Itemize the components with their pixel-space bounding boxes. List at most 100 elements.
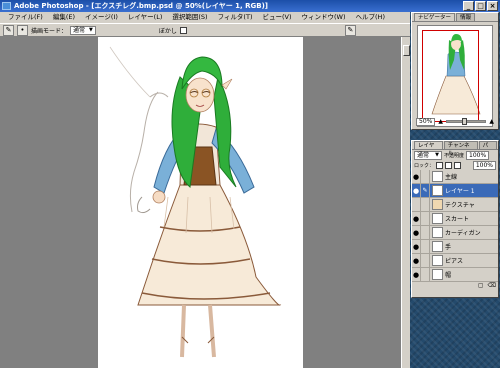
link-slot[interactable] — [421, 267, 430, 282]
visibility-eye-icon[interactable]: ● — [412, 183, 421, 198]
opacity-value: 100% — [469, 151, 487, 159]
zoom-out-icon[interactable]: ▲ — [438, 118, 443, 125]
layers-panel: レイヤー チャンネル パス 通常 ▼ 不透明度 100% ロック： 100% ● … — [411, 140, 499, 298]
menu-filter[interactable]: フィルタ(T) — [213, 12, 258, 23]
palette-area: ナビゲーター 情報 50% ▲ ▲ レイヤー チャンネル パス — [410, 12, 500, 368]
visibility-eye-icon[interactable]: ● — [412, 267, 421, 282]
extra-label: ぼかし — [158, 27, 177, 35]
photoshop-app-icon — [2, 2, 11, 10]
blend-mode-value: 通常 — [417, 151, 430, 159]
link-slot[interactable] — [421, 197, 430, 212]
illustration — [109, 46, 282, 358]
layer-row[interactable]: ● スカート — [412, 211, 498, 226]
layer-row[interactable]: ● カーディガン — [412, 225, 498, 240]
brush-preset-picker[interactable]: • — [17, 24, 28, 36]
airbrush-icon[interactable]: ✎ — [344, 24, 356, 36]
lock-image-checkbox[interactable] — [445, 161, 453, 169]
layer-name: 手 — [445, 244, 452, 251]
navigator-panel: ナビゲーター 情報 50% ▲ ▲ — [411, 12, 499, 130]
layer-thumbnail — [432, 171, 443, 182]
menu-edit[interactable]: 編集(E) — [48, 12, 80, 23]
close-button[interactable]: × — [487, 1, 498, 11]
mode-label: 描画モード： — [31, 27, 68, 35]
lock-transparency-checkbox[interactable] — [436, 161, 444, 169]
document-canvas[interactable] — [98, 37, 303, 368]
link-slot[interactable] — [421, 169, 430, 184]
blend-controls: 通常 ▼ 不透明度 100% — [412, 150, 498, 160]
scrollbar-thumb[interactable] — [403, 45, 410, 56]
navigator-thumbnail[interactable] — [417, 25, 493, 127]
workspace-right — [303, 37, 401, 368]
minimize-button[interactable]: _ — [463, 1, 474, 11]
visibility-eye-icon[interactable]: ● — [412, 253, 421, 268]
trash-icon[interactable]: ⌫ — [488, 282, 496, 289]
layer-row[interactable]: ● ピアス — [412, 253, 498, 268]
link-slot[interactable] — [421, 225, 430, 240]
layer-name: ピアス — [445, 258, 464, 265]
layer-name: 主線 — [445, 174, 458, 181]
zoom-value[interactable]: 50% — [416, 117, 436, 126]
menu-window[interactable]: ウィンドウ(W) — [297, 12, 351, 23]
layer-thumbnail — [432, 255, 443, 266]
menu-file[interactable]: ファイル(F) — [3, 12, 48, 23]
visibility-eye-icon[interactable] — [412, 197, 421, 212]
tab-paths[interactable]: パス — [478, 141, 497, 157]
layer-name: スカート — [445, 216, 470, 223]
layer-thumbnail — [432, 269, 443, 280]
lock-position-checkbox[interactable] — [454, 161, 462, 169]
layer-name: カーディガン — [445, 230, 481, 237]
chevron-down-icon: ▼ — [89, 26, 93, 33]
layer-name: 帽 — [445, 272, 452, 279]
tab-info[interactable]: 情報 — [456, 13, 476, 21]
layer-row-selected[interactable]: ● ✎ レイヤー 1 — [412, 183, 498, 198]
mode-select[interactable]: 通常 ▼ — [70, 25, 96, 35]
fill-value: 100% — [475, 161, 493, 169]
link-slot[interactable] — [421, 239, 430, 254]
visibility-eye-icon[interactable]: ● — [412, 239, 421, 254]
layer-name: テクスチャ — [445, 202, 475, 209]
zoom-in-icon[interactable]: ▲ — [489, 118, 494, 125]
navigator-tabs: ナビゲーター 情報 — [412, 13, 498, 22]
paintbrush-icon[interactable]: ✎ — [421, 183, 430, 198]
zoom-slider-knob[interactable] — [462, 118, 468, 125]
tab-navigator[interactable]: ナビゲーター — [414, 13, 456, 21]
title-bar: Adobe Photoshop - [エクスチレグ.bmp.psd @ 50%(… — [0, 0, 500, 12]
layer-row[interactable]: ● 帽 — [412, 267, 498, 282]
brush-tool-icon[interactable]: ✎ — [3, 24, 14, 36]
window-title: Adobe Photoshop - [エクスチレグ.bmp.psd @ 50%(… — [14, 2, 268, 10]
fill-field[interactable]: 100% — [472, 160, 496, 170]
visibility-eye-icon[interactable]: ● — [412, 169, 421, 184]
workspace-left — [0, 37, 98, 368]
zoom-slider[interactable] — [445, 118, 487, 125]
layer-thumbnail — [432, 227, 443, 238]
menu-layer[interactable]: レイヤー(L) — [123, 12, 168, 23]
menu-help[interactable]: ヘルプ(H) — [351, 12, 390, 23]
layer-actions: ▢ ⌫ — [412, 282, 498, 289]
tab-channels[interactable]: チャンネル — [443, 141, 478, 157]
layer-row[interactable]: テクスチャ — [412, 197, 498, 212]
opacity-label: 不透明度 — [444, 152, 465, 159]
link-slot[interactable] — [421, 253, 430, 268]
layer-thumbnail — [432, 185, 443, 196]
layer-row[interactable]: ● 手 — [412, 239, 498, 254]
opacity-field[interactable]: 100% — [466, 150, 490, 160]
visibility-eye-icon[interactable]: ● — [412, 211, 421, 226]
window-controls: _ □ × — [463, 1, 498, 11]
tab-layers[interactable]: レイヤー — [414, 141, 443, 157]
menu-view[interactable]: ビュー(V) — [257, 12, 296, 23]
mode-value: 通常 — [73, 26, 86, 34]
visibility-eye-icon[interactable]: ● — [412, 225, 421, 240]
layer-thumbnail — [432, 241, 443, 252]
menu-select[interactable]: 選択範囲(S) — [167, 12, 212, 23]
menu-image[interactable]: イメージ(I) — [80, 12, 123, 23]
blend-mode-select[interactable]: 通常 ▼ — [414, 150, 442, 160]
layer-name: レイヤー 1 — [445, 188, 475, 195]
new-layer-icon[interactable]: ▢ — [478, 282, 484, 289]
link-slot[interactable] — [421, 211, 430, 226]
navigator-view-box[interactable] — [422, 30, 479, 122]
layer-row[interactable]: ● 主線 — [412, 169, 498, 184]
lock-label: ロック： — [414, 162, 435, 169]
option-checkbox[interactable] — [179, 26, 187, 34]
maximize-button[interactable]: □ — [475, 1, 486, 11]
canvas-scrollbar[interactable] — [401, 37, 410, 368]
